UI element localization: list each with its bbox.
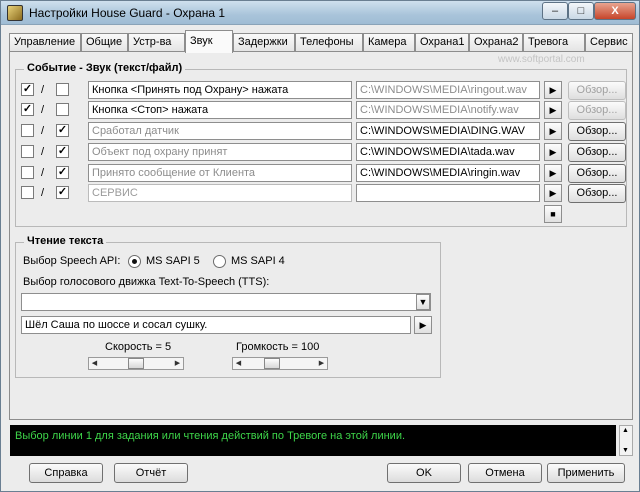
tts-group-title: Чтение текста [24,235,107,247]
row6-play-button[interactable]: ▶ [544,184,562,202]
row4-enable-checkbox[interactable] [21,145,34,158]
row3-text-checkbox[interactable]: ✓ [56,124,69,137]
row1-play-button[interactable]: ▶ [544,81,562,99]
app-icon [7,5,23,21]
volume-right-arrow-icon[interactable]: ▶ [316,358,327,369]
row2-text-checkbox[interactable] [56,103,69,116]
cancel-button[interactable]: Отмена [468,463,542,483]
row4-play-button[interactable]: ▶ [544,143,562,161]
row2-browse-button[interactable]: Обзор... [568,101,626,120]
row5-text-checkbox[interactable]: ✓ [56,166,69,179]
row1-event-field[interactable]: Кнопка <Принять под Охрану> нажата [88,81,352,99]
tts-engine-label: Выбор голосового движка Text-To-Speech (… [23,276,270,288]
row6-event-field[interactable]: СЕРВИС [88,184,352,202]
speed-right-arrow-icon[interactable]: ▶ [172,358,183,369]
row3-play-button[interactable]: ▶ [544,122,562,140]
row6-browse-button[interactable]: Обзор... [568,184,626,203]
sound-tab-panel: www.softportal.com Событие - Звук (текст… [9,51,633,420]
speak-text-button[interactable]: ▶ [414,316,432,334]
row4-text-checkbox[interactable]: ✓ [56,145,69,158]
speed-left-arrow-icon[interactable]: ◀ [89,358,100,369]
tts-engine-select[interactable] [21,293,431,311]
scroll-up-icon[interactable]: ▲ [622,427,629,434]
sapi5-label: MS SAPI 5 [146,255,200,267]
row2-file-field[interactable]: C:\WINDOWS\MEDIA\notify.wav [356,101,540,119]
row5-file-field[interactable]: C:\WINDOWS\MEDIA\ringin.wav [356,164,540,182]
tab-camera[interactable]: Камера [363,33,415,52]
row2-slash: / [41,104,45,116]
tab-devices[interactable]: Устр-ва [128,33,185,52]
tab-phones[interactable]: Телефоны [295,33,363,52]
tts-text-input[interactable]: Шёл Саша по шоссе и сосал сушку. [21,316,411,334]
sapi5-radio[interactable] [128,255,141,268]
row5-enable-checkbox[interactable] [21,166,34,179]
status-scrollbar[interactable]: ▲ ▼ [619,425,633,456]
row1-enable-checkbox[interactable]: ✓ [21,83,34,96]
stop-sound-button[interactable]: ■ [544,205,562,223]
tab-service[interactable]: Сервис [585,33,633,52]
row5-browse-button[interactable]: Обзор... [568,164,626,183]
window-title: Настройки House Guard - Охрана 1 [29,6,226,20]
row4-event-field[interactable]: Объект под охрану принят [88,143,352,161]
help-button[interactable]: Справка [29,463,103,483]
tab-alarm[interactable]: Тревога [523,33,585,52]
row5-event-field[interactable]: Принято сообщение от Клиента [88,164,352,182]
row4-browse-button[interactable]: Обзор... [568,143,626,162]
row3-event-field[interactable]: Сработал датчик [88,122,352,140]
minimize-button[interactable]: – [542,2,568,20]
row5-slash: / [41,167,45,179]
row5-play-button[interactable]: ▶ [544,164,562,182]
volume-label: Громкость = 100 [236,341,320,353]
settings-window: Настройки House Guard - Охрана 1 – □ X У… [0,0,640,492]
row4-file-field[interactable]: C:\WINDOWS\MEDIA\tada.wav [356,143,540,161]
tab-control[interactable]: Управление [9,33,81,52]
sapi4-radio[interactable] [213,255,226,268]
scroll-down-icon[interactable]: ▼ [622,447,629,454]
row6-slash: / [41,187,45,199]
speech-api-label: Выбор Speech API: [23,255,121,267]
status-message: Выбор линии 1 для задания или чтения дей… [10,425,616,456]
row4-slash: / [41,146,45,158]
close-button[interactable]: X [594,2,636,20]
row1-browse-button[interactable]: Обзор... [568,81,626,100]
row6-enable-checkbox[interactable] [21,186,34,199]
row2-play-button[interactable]: ▶ [544,101,562,119]
volume-slider[interactable]: ◀ ▶ [232,357,328,370]
speed-label: Скорость = 5 [105,341,172,353]
speed-slider[interactable]: ◀ ▶ [88,357,184,370]
chevron-down-icon[interactable]: ▼ [416,294,430,310]
speed-slider-thumb[interactable] [128,358,144,369]
row3-enable-checkbox[interactable] [21,124,34,137]
volume-slider-thumb[interactable] [263,358,280,369]
row3-file-field[interactable]: C:\WINDOWS\MEDIA\DING.WAV [356,122,540,140]
row3-slash: / [41,125,45,137]
row2-enable-checkbox[interactable]: ✓ [21,103,34,116]
row2-event-field[interactable]: Кнопка <Стоп> нажата [88,101,352,119]
tab-guard1[interactable]: Охрана1 [415,33,469,52]
watermark: www.softportal.com [498,54,585,65]
report-button[interactable]: Отчёт [114,463,188,483]
tab-general[interactable]: Общие [81,33,128,52]
sound-group-title: Событие - Звук (текст/файл) [24,62,186,74]
maximize-button[interactable]: □ [568,2,594,20]
row1-file-field[interactable]: C:\WINDOWS\MEDIA\ringout.wav [356,81,540,99]
ok-button[interactable]: OK [387,463,461,483]
row1-text-checkbox[interactable] [56,83,69,96]
volume-left-arrow-icon[interactable]: ◀ [233,358,244,369]
apply-button[interactable]: Применить [547,463,625,483]
row1-slash: / [41,84,45,96]
row3-browse-button[interactable]: Обзор... [568,122,626,141]
row6-text-checkbox[interactable]: ✓ [56,186,69,199]
tab-delays[interactable]: Задержки [233,33,295,52]
title-bar: Настройки House Guard - Охрана 1 – □ X [1,1,639,25]
tab-guard2[interactable]: Охрана2 [469,33,523,52]
row6-file-field[interactable] [356,184,540,202]
tab-sound[interactable]: Звук [185,30,233,53]
sapi4-label: MS SAPI 4 [231,255,285,267]
